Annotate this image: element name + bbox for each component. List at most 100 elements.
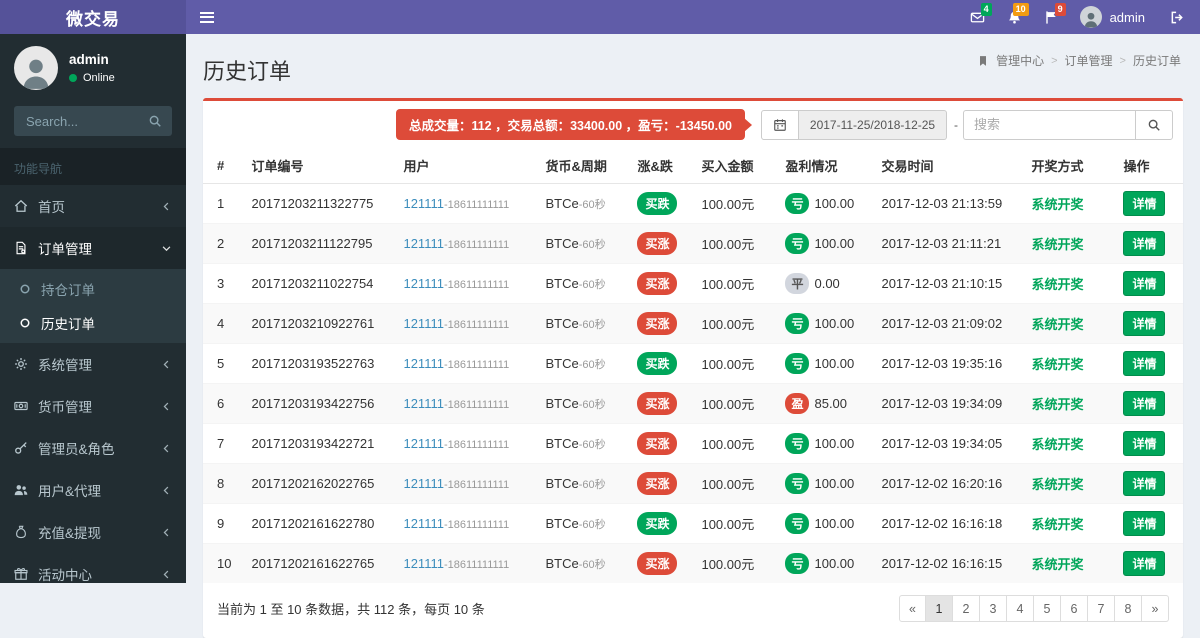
breadcrumb-root[interactable]: 管理中心 (996, 52, 1044, 69)
sidebar-item-activity-center[interactable]: 活动中心 (0, 553, 186, 595)
calendar-icon (773, 118, 787, 132)
navbar: 4 10 9 admin (186, 0, 1200, 34)
user-link[interactable]: 121111 (403, 196, 444, 211)
user-phone: -18611111111 (443, 199, 510, 211)
profit-value: 85.00 (814, 396, 848, 411)
direction-cell: 买涨 (627, 463, 692, 504)
sidebar-search-input[interactable] (24, 112, 142, 130)
sidebar-item-home[interactable]: 首页 (0, 185, 186, 227)
detail-button[interactable]: 详情 (1123, 231, 1166, 256)
page-button-6[interactable]: 6 (1061, 595, 1088, 622)
trade-time: 2017-12-02 16:20:16 (871, 463, 1022, 504)
row-index: 5 (203, 343, 242, 384)
date-range-input[interactable] (799, 109, 947, 140)
detail-button[interactable]: 详情 (1123, 391, 1166, 416)
tasks-menu[interactable]: 9 (1033, 0, 1070, 34)
sidebar-item-orders[interactable]: 订单管理 (0, 227, 186, 269)
trade-time: 2017-12-02 16:16:15 (871, 543, 1022, 583)
buy-amount: 100.00元 (691, 183, 776, 224)
page-button-5[interactable]: 5 (1034, 595, 1061, 622)
direction-cell: 买涨 (627, 543, 692, 583)
currency-period: -60秒 (578, 358, 606, 371)
detail-button[interactable]: 详情 (1123, 471, 1166, 496)
table-header-row: # 订单编号 用户 货币&周期 涨&跌 买入金额 盈利情况 交易时间 开奖方式 … (203, 148, 1183, 184)
chevron-down-icon (161, 243, 172, 254)
profit-value: 100.00 (814, 316, 855, 331)
detail-button[interactable]: 详情 (1123, 191, 1166, 216)
separator-dash: - (954, 117, 958, 132)
table-row: 4 20171203210922761 121111-18611111111 B… (203, 303, 1183, 344)
breadcrumb-middle[interactable]: 订单管理 (1065, 52, 1113, 69)
user-link[interactable]: 121111 (403, 476, 444, 491)
sidebar-toggle-button[interactable] (186, 0, 228, 34)
action-cell: 详情 (1113, 343, 1183, 384)
detail-button[interactable]: 详情 (1123, 271, 1166, 296)
user-link[interactable]: 121111 (403, 436, 444, 451)
user-link[interactable]: 121111 (403, 236, 444, 251)
sidebar-item-history-orders[interactable]: 历史订单 (0, 306, 186, 340)
page-next-button[interactable]: » (1142, 595, 1169, 622)
currency-name: BTCe (545, 275, 579, 291)
user-cell: 121111-18611111111 (393, 543, 536, 583)
user-link[interactable]: 121111 (403, 516, 444, 531)
user-cell: 121111-18611111111 (393, 463, 536, 504)
user-cell: 121111-18611111111 (393, 503, 536, 544)
table-row: 5 20171203193522763 121111-18611111111 B… (203, 343, 1183, 384)
user-link[interactable]: 121111 (403, 356, 444, 371)
profit-badge: 亏 (785, 553, 810, 574)
notifications-menu[interactable]: 10 (996, 0, 1033, 34)
order-number: 20171203193522763 (241, 343, 394, 384)
messages-menu[interactable]: 4 (959, 0, 996, 34)
brand-logo[interactable]: 微交易 (0, 0, 186, 34)
action-cell: 详情 (1113, 543, 1183, 583)
action-cell: 详情 (1113, 423, 1183, 464)
page-button-1[interactable]: 1 (926, 595, 953, 622)
calendar-button[interactable] (761, 109, 799, 140)
user-menu[interactable]: admin (1070, 6, 1155, 28)
bookmark-icon (977, 55, 989, 67)
draw-method: 系统开奖 (1021, 463, 1114, 504)
sidebar-item-open-orders[interactable]: 持仓订单 (0, 272, 186, 306)
page-button-8[interactable]: 8 (1115, 595, 1142, 622)
profit-badge: 平 (785, 273, 810, 294)
user-link[interactable]: 121111 (403, 556, 444, 571)
sidebar-item-users-agents[interactable]: 用户&代理 (0, 469, 186, 511)
user-link[interactable]: 121111 (403, 316, 444, 331)
search-icon[interactable] (148, 114, 162, 128)
detail-button[interactable]: 详情 (1123, 351, 1166, 376)
users-icon (14, 483, 28, 497)
user-link[interactable]: 121111 (403, 396, 444, 411)
user-phone: -18611111111 (443, 359, 510, 371)
trade-time: 2017-12-03 21:10:15 (871, 263, 1022, 304)
detail-button[interactable]: 详情 (1123, 551, 1166, 576)
detail-button[interactable]: 详情 (1123, 511, 1166, 536)
detail-button[interactable]: 详情 (1123, 431, 1166, 456)
col-action: 操作 (1113, 148, 1183, 184)
direction-cell: 买跌 (627, 343, 692, 384)
search-button[interactable] (1135, 109, 1173, 140)
page-prev-button[interactable]: « (899, 595, 926, 622)
page-button-3[interactable]: 3 (980, 595, 1007, 622)
currency-name: BTCe (545, 555, 579, 571)
table-search-input[interactable] (963, 109, 1135, 140)
sidebar-item-admins-roles[interactable]: 管理员&角色 (0, 427, 186, 469)
sidebar-item-currency[interactable]: 货币管理 (0, 385, 186, 427)
trade-time: 2017-12-03 21:09:02 (871, 303, 1022, 344)
profit-badge: 亏 (785, 193, 810, 214)
chevron-left-icon (161, 569, 172, 580)
buy-amount: 100.00元 (691, 343, 776, 384)
user-phone: -18611111111 (443, 399, 510, 411)
page-button-7[interactable]: 7 (1088, 595, 1115, 622)
currency-name: BTCe (545, 355, 579, 371)
detail-button[interactable]: 详情 (1123, 311, 1166, 336)
profit-value: 100.00 (814, 436, 855, 451)
page-button-4[interactable]: 4 (1007, 595, 1034, 622)
sidebar-item-system[interactable]: 系统管理 (0, 343, 186, 385)
page-button-2[interactable]: 2 (953, 595, 980, 622)
logout-button[interactable] (1155, 0, 1200, 34)
sidebar-item-recharge-withdraw[interactable]: 充值&提现 (0, 511, 186, 553)
user-link[interactable]: 121111 (403, 276, 444, 291)
draw-method: 系统开奖 (1021, 303, 1114, 344)
user-cell: 121111-18611111111 (393, 263, 536, 304)
buy-amount: 100.00元 (691, 463, 776, 504)
